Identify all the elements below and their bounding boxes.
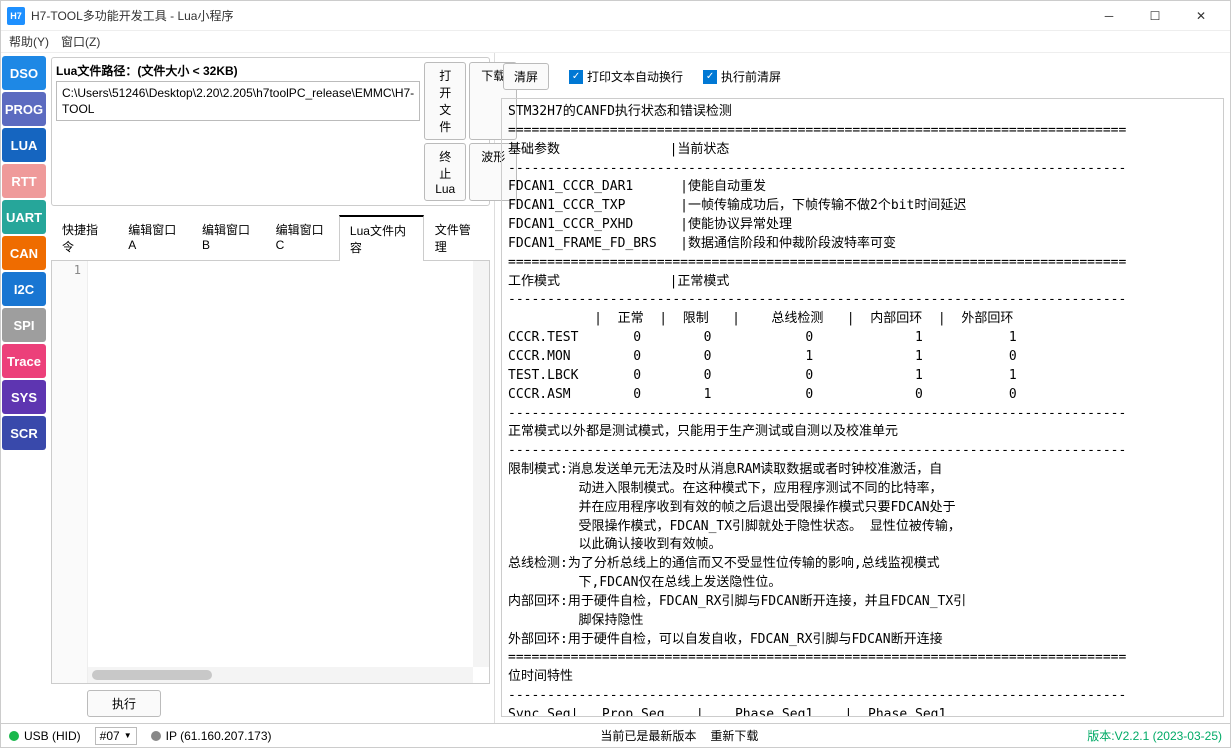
file-path-label: Lua文件路径：(文件大小 < 32KB) (56, 62, 420, 79)
redownload-link[interactable]: 重新下载 (710, 727, 758, 744)
stop-lua-button[interactable]: 终止Lua (424, 143, 466, 201)
auto-wrap-label: 打印文本自动换行 (587, 68, 683, 85)
right-pane: 清屏 ✓ 打印文本自动换行 ✓ 执行前清屏 STM32H7的CANFD执行状态和… (495, 53, 1230, 723)
ip-status: IP (61.160.207.173) (166, 729, 272, 743)
rail-trace[interactable]: Trace (2, 344, 46, 378)
file-box: Lua文件路径：(文件大小 < 32KB) C:\Users\51246\Des… (51, 57, 490, 206)
tab-edit-b[interactable]: 编辑窗口B (191, 215, 265, 261)
editor-scrollbar-vertical[interactable] (473, 261, 489, 667)
editor-scrollbar-horizontal[interactable] (88, 667, 473, 683)
usb-status: USB (HID) (24, 729, 81, 743)
menu-window[interactable]: 窗口(Z) (61, 33, 100, 50)
rail-dso[interactable]: DSO (2, 56, 46, 90)
rail-can[interactable]: CAN (2, 236, 46, 270)
rail-i2c[interactable]: I2C (2, 272, 46, 306)
rail-sys[interactable]: SYS (2, 380, 46, 414)
execute-button[interactable]: 执行 (87, 690, 161, 717)
chevron-down-icon: ▼ (124, 731, 132, 740)
rail-prog[interactable]: PROG (2, 92, 46, 126)
usb-led-icon (9, 731, 19, 741)
device-index-combo[interactable]: #07 ▼ (95, 727, 137, 745)
check-icon: ✓ (569, 70, 583, 84)
code-editor[interactable] (88, 261, 489, 683)
menu-help[interactable]: 帮助(Y) (9, 33, 49, 50)
window-title: H7-TOOL多功能开发工具 - Lua小程序 (31, 7, 1086, 24)
device-index-value: #07 (100, 729, 120, 743)
tab-quick[interactable]: 快捷指令 (51, 215, 117, 261)
tab-lua-file[interactable]: Lua文件内容 (339, 215, 424, 261)
check-icon: ✓ (703, 70, 717, 84)
editor-gutter: 1 (52, 261, 88, 683)
auto-wrap-checkbox[interactable]: ✓ 打印文本自动换行 (569, 68, 683, 85)
titlebar: H7 H7-TOOL多功能开发工具 - Lua小程序 ─ ☐ ✕ (1, 1, 1230, 31)
update-status: 当前已是最新版本 (600, 727, 696, 744)
clear-before-run-label: 执行前清屏 (721, 68, 781, 85)
open-file-button[interactable]: 打开文件 (424, 62, 466, 140)
close-button[interactable]: ✕ (1178, 1, 1224, 31)
app-icon: H7 (7, 7, 25, 25)
minimize-button[interactable]: ─ (1086, 1, 1132, 31)
rail-rtt[interactable]: RTT (2, 164, 46, 198)
tab-edit-a[interactable]: 编辑窗口A (117, 215, 191, 261)
rail-scr[interactable]: SCR (2, 416, 46, 450)
editor-area: 1 (51, 261, 490, 684)
editor-tabs: 快捷指令 编辑窗口A 编辑窗口B 编辑窗口C Lua文件内容 文件管理 (51, 214, 490, 261)
maximize-button[interactable]: ☐ (1132, 1, 1178, 31)
version-label: 版本:V2.2.1 (2023-03-25) (1087, 727, 1222, 744)
rail-spi[interactable]: SPI (2, 308, 46, 342)
rail-uart[interactable]: UART (2, 200, 46, 234)
tab-edit-c[interactable]: 编辑窗口C (265, 215, 339, 261)
ip-led-icon (151, 731, 161, 741)
console-output[interactable]: STM32H7的CANFD执行状态和错误检测 =================… (501, 98, 1224, 717)
file-path-input[interactable]: C:\Users\51246\Desktop\2.20\2.205\h7tool… (56, 81, 420, 121)
status-bar: USB (HID) #07 ▼ IP (61.160.207.173) 当前已是… (1, 723, 1230, 747)
left-pane: Lua文件路径：(文件大小 < 32KB) C:\Users\51246\Des… (47, 53, 495, 723)
side-rail: DSO PROG LUA RTT UART CAN I2C SPI Trace … (1, 53, 47, 723)
menubar: 帮助(Y) 窗口(Z) (1, 31, 1230, 53)
clear-before-run-checkbox[interactable]: ✓ 执行前清屏 (703, 68, 781, 85)
console-toolbar: 清屏 ✓ 打印文本自动换行 ✓ 执行前清屏 (501, 59, 1224, 98)
clear-console-button[interactable]: 清屏 (503, 63, 549, 90)
rail-lua[interactable]: LUA (2, 128, 46, 162)
tab-file-mgr[interactable]: 文件管理 (424, 215, 490, 261)
